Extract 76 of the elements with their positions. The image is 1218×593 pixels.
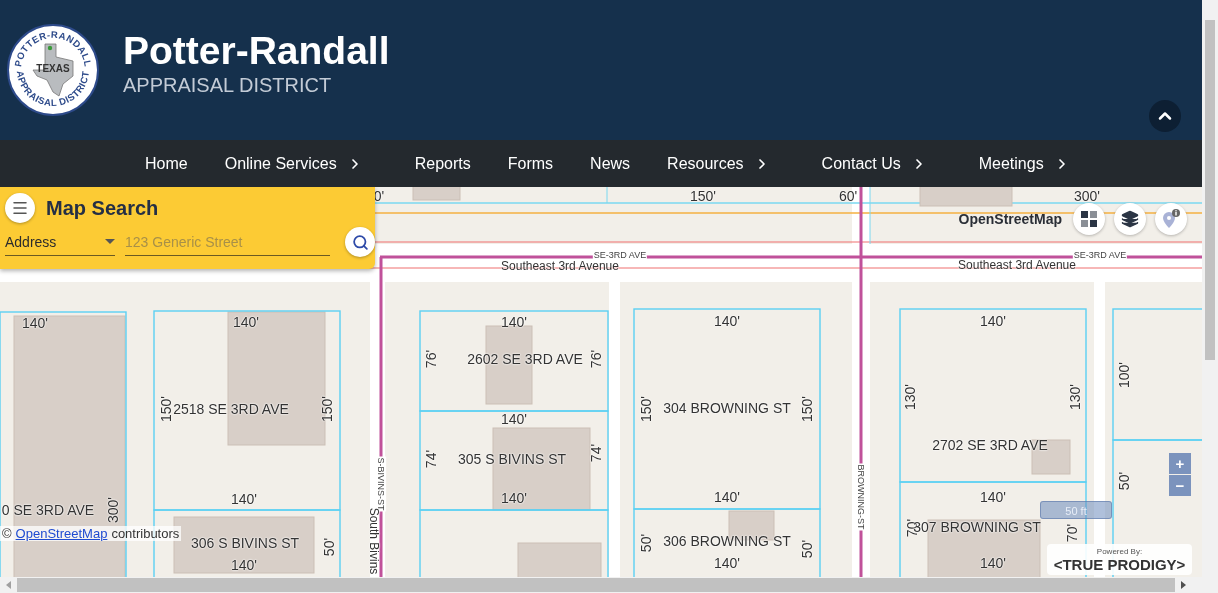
search-input-field[interactable]: 123 Generic Street: [125, 228, 330, 256]
search-icon: [351, 233, 369, 251]
lot-dimension-label: 130': [1066, 383, 1084, 411]
menu-icon: [11, 199, 29, 217]
lot-dimension-label: 140': [979, 312, 1007, 330]
lot-dimension-label: 74': [587, 442, 605, 464]
nav-link[interactable]: Resources: [667, 154, 770, 173]
nav-link[interactable]: Reports: [414, 154, 471, 173]
parcel-address-label: 306 BROWNING ST: [662, 532, 792, 550]
lot-dimension-label: 140': [230, 556, 258, 574]
panel-title: Map Search: [46, 196, 159, 220]
brand-text: <TRUE PRODIGY>: [1053, 556, 1186, 574]
lot-dimension-label: 150': [689, 187, 717, 205]
street-name-label: Southeast 3rd Avenue: [957, 259, 1077, 273]
site-subtitle: APPRAISAL DISTRICT: [123, 73, 333, 97]
lot-dimension-label: 50': [798, 538, 816, 560]
grid-icon: [1081, 211, 1097, 227]
map-pin-info-icon: [1161, 209, 1181, 229]
lot-dimension-label: 100': [1115, 361, 1133, 389]
lot-dimension-label: 140': [713, 488, 741, 506]
copyright-symbol: ©: [2, 526, 12, 541]
lot-dimension-label: 50': [320, 536, 338, 558]
lot-dimension-label: 50': [637, 532, 655, 554]
lot-dimension-label: 150': [798, 395, 816, 423]
search-button[interactable]: [345, 227, 375, 257]
vertical-scrollbar[interactable]: [1202, 0, 1218, 593]
road-label: BROWNING-ST: [855, 463, 867, 531]
lot-dimension-label: 140': [713, 554, 741, 572]
lot-dimension-label: 300': [104, 496, 122, 524]
nav-link[interactable]: Home: [145, 154, 188, 173]
lot-dimension-label: 50': [1115, 470, 1133, 492]
lot-dimension-label: 140': [21, 314, 49, 332]
attribution-text: contributors: [111, 526, 180, 541]
scroll-up-button[interactable]: [1149, 100, 1181, 132]
site-title: Potter-Randall: [123, 29, 390, 73]
street-name-label: Southeast 3rd Avenue: [500, 260, 620, 274]
powered-by-caption: Powered By:: [1096, 547, 1143, 556]
lot-dimension-label: 140': [979, 554, 1007, 572]
nav-link[interactable]: News: [590, 154, 631, 173]
basemap-label: OpenStreetMap: [958, 211, 1062, 227]
nav-link[interactable]: Contact Us: [821, 154, 927, 173]
lot-dimension-label: 60': [837, 187, 859, 205]
lot-dimension-label: 140': [232, 313, 260, 331]
parcel-address-label: 2602 SE 3RD AVE: [466, 350, 584, 368]
lot-dimension-label: 300': [1073, 187, 1101, 205]
lot-dimension-label: 140': [500, 489, 528, 507]
parcel-address-label: 304 BROWNING ST: [662, 399, 792, 417]
parcel-address-label: 305 S BIVINS ST: [456, 450, 568, 468]
lot-dimension-label: 140': [713, 312, 741, 330]
lot-dimension-label: 150': [318, 395, 336, 423]
parcel-address-label: 306 S BIVINS ST: [189, 534, 301, 552]
horizontal-scrollbar[interactable]: [0, 577, 1202, 593]
nav-link[interactable]: Online Services: [224, 154, 363, 173]
lot-dimension-label: 140': [979, 488, 1007, 506]
parcel-address-label: 0 SE 3RD AVE: [0, 501, 96, 519]
attribution-link[interactable]: OpenStreetMap: [15, 526, 108, 541]
menu-button[interactable]: [5, 193, 35, 223]
nav-link[interactable]: Meetings: [978, 154, 1070, 173]
lot-dimension-label: 76': [587, 348, 605, 370]
layers-icon: [1121, 210, 1139, 228]
lot-dimension-label: 150': [157, 395, 174, 423]
lot-dimension-label: 130': [901, 383, 919, 411]
lot-dimension-label: 140': [500, 410, 528, 428]
scale-bar: 50 ft: [1040, 501, 1112, 519]
road-label: SE-3RD AVE: [1072, 249, 1128, 261]
lot-dimension-label: 140': [230, 490, 258, 508]
lot-dimension-label: 70': [1063, 522, 1081, 544]
lot-dimension-label: 76': [422, 348, 440, 370]
lot-dimension-label: 140': [500, 313, 528, 331]
parcel-address-label: 2518 SE 3RD AVE: [172, 400, 290, 418]
nav-link[interactable]: Forms: [507, 154, 554, 173]
lot-dimension-label: 74': [422, 448, 440, 470]
lot-dimension-label: 150': [637, 395, 655, 423]
parcel-address-label: 2702 SE 3RD AVE: [931, 436, 1049, 454]
search-type-select[interactable]: Address: [5, 228, 115, 256]
road-label: SE-3RD AVE: [592, 249, 648, 261]
